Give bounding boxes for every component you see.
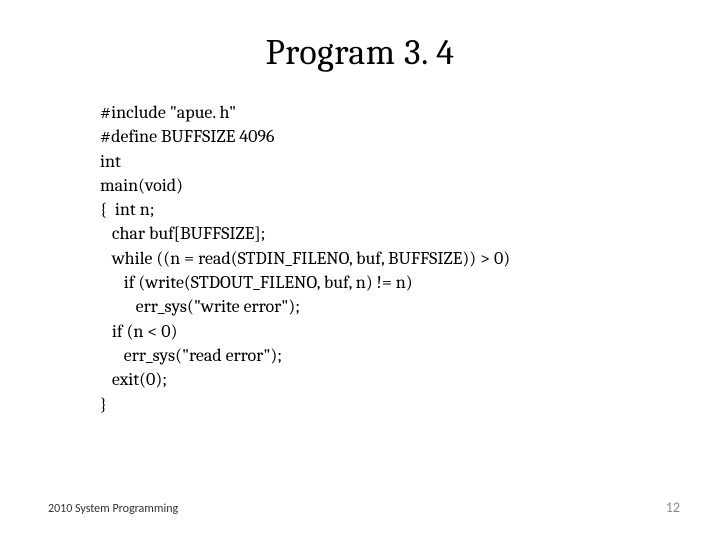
code-block: #include "apue. h" #define BUFFSIZE 4096… (100, 101, 620, 417)
page-number: 12 (666, 499, 680, 516)
page-title: Program 3. 4 (100, 32, 620, 73)
slide: Program 3. 4 #include "apue. h" #define … (0, 0, 720, 540)
footer-left: 2010 System Programming (48, 502, 178, 516)
